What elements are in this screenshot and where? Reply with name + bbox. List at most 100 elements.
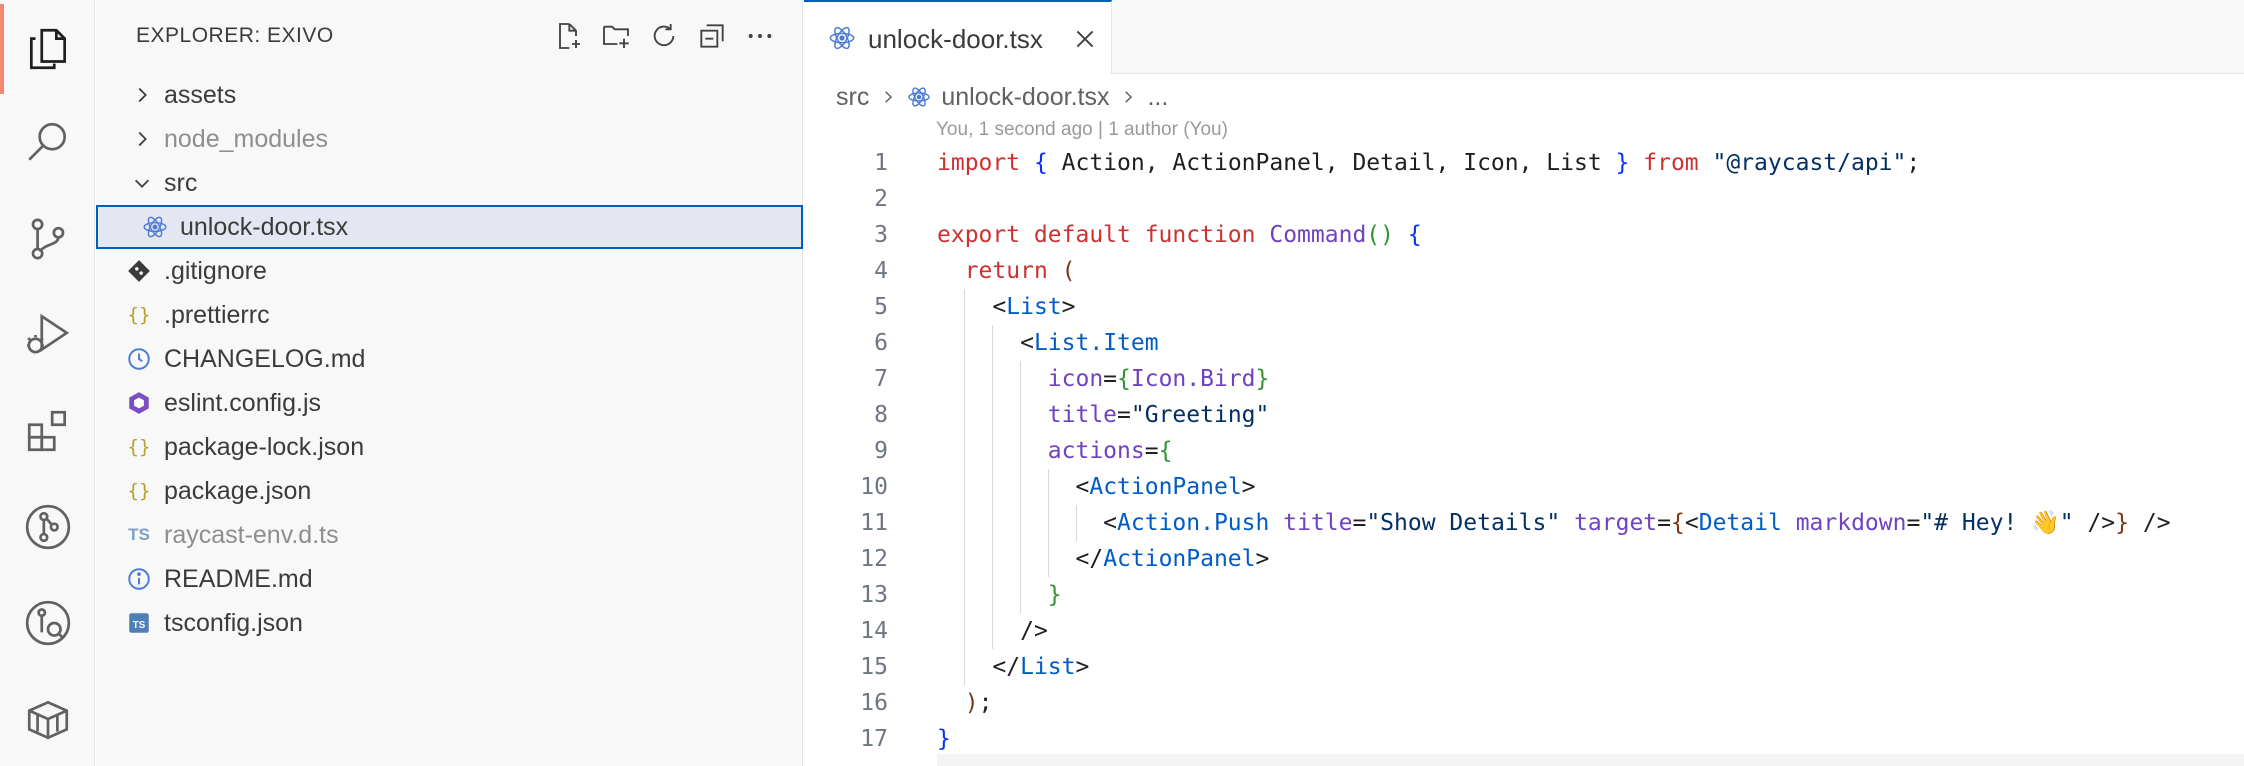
parens: () <box>1366 222 1394 248</box>
code-line-9: actions={ <box>937 433 2237 469</box>
tree-item-readme[interactable]: README.md <box>96 557 803 601</box>
tree-item-label: assets <box>164 80 237 109</box>
indent-guide <box>1076 505 1077 541</box>
punct: = <box>1906 510 1921 536</box>
punct: ; <box>1906 150 1921 176</box>
indent-guide <box>992 361 993 397</box>
react-icon <box>829 26 855 50</box>
punct: = <box>1144 438 1159 464</box>
line-number: 3 <box>874 222 888 248</box>
indent-guide <box>964 433 965 469</box>
activity-containers[interactable] <box>0 674 95 764</box>
tree-item-eslint[interactable]: eslint.config.js <box>96 381 803 425</box>
horizontal-scrollbar[interactable] <box>937 754 2244 766</box>
tree-item-src[interactable]: src <box>96 161 803 205</box>
line-number: 14 <box>860 618 888 644</box>
jsx-tag: Detail <box>1698 510 1782 536</box>
punct: < <box>1020 330 1034 356</box>
punct: /> <box>2129 510 2171 536</box>
clock-icon <box>126 346 152 372</box>
indent-guide <box>1020 505 1021 541</box>
activity-explorer[interactable] <box>0 4 95 94</box>
brace: { <box>1117 366 1131 392</box>
breadcrumb-symbols[interactable]: ... <box>1147 83 1168 112</box>
gitlens-icon <box>25 600 70 646</box>
jsx-tag: ActionPanel <box>1089 474 1242 500</box>
punct: ; <box>978 690 993 716</box>
brace: } <box>1615 150 1630 176</box>
function-name: Command <box>1269 222 1367 248</box>
brace: } <box>1255 366 1270 392</box>
breadcrumb-file[interactable]: unlock-door.tsx <box>941 83 1109 112</box>
tree-item-changelog[interactable]: CHANGELOG.md <box>96 337 803 381</box>
refresh-button[interactable] <box>646 18 682 54</box>
new-folder-button[interactable] <box>598 18 634 54</box>
new-folder-icon <box>603 25 629 48</box>
explorer-title: EXPLORER: EXIVO <box>136 24 334 47</box>
json-icon: {} <box>127 436 151 458</box>
collapse-all-button[interactable] <box>694 18 730 54</box>
json-icon: {} <box>127 480 151 502</box>
brace: { <box>1033 150 1048 176</box>
string: "Show Details" <box>1366 510 1561 536</box>
tree-item-raycast-env[interactable]: TS raycast-env.d.ts <box>96 513 803 557</box>
punct: = <box>1117 402 1131 428</box>
tree-item-label: eslint.config.js <box>164 388 322 417</box>
indent-guide <box>992 325 993 361</box>
close-icon[interactable] <box>1072 26 1098 52</box>
git-graph-icon <box>25 504 70 550</box>
new-file-button[interactable] <box>550 18 586 54</box>
indent-guide <box>964 325 965 361</box>
indent-guide <box>964 361 965 397</box>
indent-guide <box>964 505 965 541</box>
brace: } <box>2115 510 2129 536</box>
punct: = <box>1352 510 1367 536</box>
run-debug-icon <box>26 313 69 354</box>
punct: = <box>1103 366 1118 392</box>
code-area[interactable]: import { Action, ActionPanel, Detail, Ic… <box>937 145 2237 757</box>
activity-source-control[interactable] <box>0 194 95 284</box>
tree-item-unlock-door[interactable]: unlock-door.tsx <box>96 205 803 249</box>
chevron-down-icon <box>130 171 154 195</box>
keyword: import <box>937 150 1021 176</box>
codelens-blame[interactable]: You, 1 second ago | 1 author (You) <box>936 119 1228 141</box>
tree-item-prettierrc[interactable]: {} .prettierrc <box>96 293 803 337</box>
tree-item-package-lock[interactable]: {} package-lock.json <box>96 425 803 469</box>
jsx-attribute: markdown <box>1795 510 1907 536</box>
line-number: 17 <box>860 726 888 752</box>
line-number: 10 <box>860 474 888 500</box>
string: "Greeting" <box>1130 402 1270 428</box>
punct: < <box>1684 510 1699 536</box>
tree-item-tsconfig[interactable]: TS tsconfig.json <box>96 601 803 645</box>
breadcrumb-src[interactable]: src <box>836 83 869 112</box>
activity-search[interactable] <box>0 98 95 188</box>
paren: ( <box>1061 258 1076 284</box>
more-actions-button[interactable] <box>742 18 778 54</box>
activity-gitlens[interactable] <box>0 578 95 668</box>
tree-item-package-json[interactable]: {} package.json <box>96 469 803 513</box>
punct: > <box>1061 294 1076 320</box>
line-number: 5 <box>874 294 888 320</box>
line-number: 2 <box>874 186 888 212</box>
activity-extensions[interactable] <box>0 386 95 476</box>
tree-item-assets[interactable]: assets <box>96 73 803 117</box>
tab-unlock-door[interactable]: unlock-door.tsx <box>804 0 1112 74</box>
tree-item-label: .gitignore <box>164 256 267 285</box>
tree-item-node-modules[interactable]: node_modules <box>96 117 803 161</box>
indent-guide <box>992 577 993 613</box>
activity-git-graph[interactable] <box>0 482 95 572</box>
explorer-sidebar: EXPLORER: EXIVO assets node_modules src … <box>96 0 803 766</box>
import-names: Action, ActionPanel, Detail, Icon, List <box>1047 150 1616 176</box>
activity-run-debug[interactable] <box>0 290 95 380</box>
code-line-17: } <box>937 721 2237 757</box>
punct: /> <box>1020 618 1048 644</box>
indent-guide <box>992 613 993 649</box>
line-number: 13 <box>860 582 888 608</box>
line-number: 6 <box>874 330 888 356</box>
brace: { <box>1158 438 1173 464</box>
punct: < <box>1075 474 1090 500</box>
tree-item-gitignore[interactable]: .gitignore <box>96 249 803 293</box>
indent-guide <box>992 541 993 577</box>
eslint-icon <box>126 390 152 416</box>
tree-item-label: package-lock.json <box>164 432 365 461</box>
